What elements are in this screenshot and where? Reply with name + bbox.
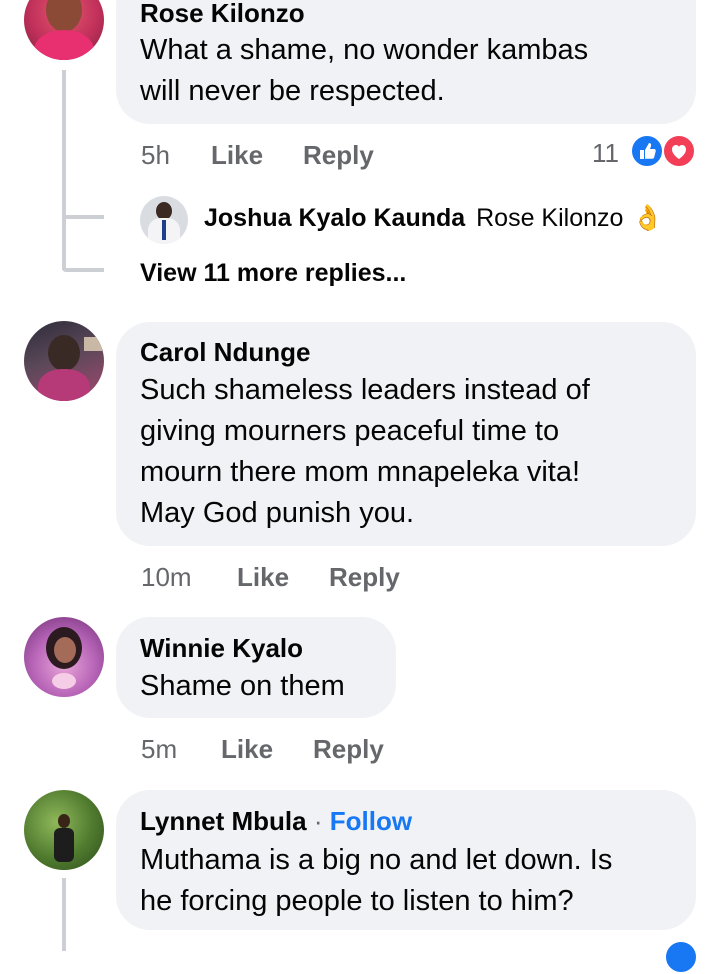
avatar-carol[interactable] [24,321,104,401]
comment-text-line: mourn there mom mnapeleka vita! [140,456,581,488]
like-reaction-icon [664,940,698,974]
avatar-winnie[interactable] [24,617,104,697]
like-button[interactable]: Like [221,734,273,765]
reaction-count: 11 [592,138,619,168]
comment-author[interactable]: Lynnet Mbula [140,806,307,836]
like-button[interactable]: Like [211,140,263,171]
reply-button[interactable]: Reply [303,140,374,171]
view-more-replies[interactable]: View 11 more replies... [140,259,406,288]
follow-button[interactable]: Follow [330,806,412,836]
love-reaction-icon [662,134,696,168]
comment-author[interactable]: Carol Ndunge [140,337,310,368]
ok-hand-emoji: 👌 [632,204,664,232]
comment-author[interactable]: Winnie Kyalo [140,633,303,664]
comment-text: Muthama is a big no and let down. Is he … [140,840,612,922]
avatar-lynnet[interactable] [24,790,104,870]
reply-button[interactable]: Reply [329,562,400,593]
comment-text-line: Such shameless leaders instead of [140,374,590,406]
reply-author[interactable]: Joshua Kyalo Kaunda [204,204,465,232]
comment-text-line: May God punish you. [140,497,415,529]
thread-line [62,70,66,270]
comment-time: 10m [141,562,192,592]
comment-time: 5h [141,140,170,170]
comment-text-line: giving mourners peaceful time to [140,415,560,447]
like-button[interactable]: Like [237,562,289,593]
avatar-joshua[interactable] [140,196,188,244]
comment-author[interactable]: Rose Kilonzo [140,0,305,29]
thread-branch [62,268,104,272]
avatar-rose[interactable] [24,0,104,60]
separator-dot: · [313,806,323,836]
thread-line [62,878,66,951]
comment-text-line: will never be respected. [140,75,445,107]
comment-time: 5m [141,734,178,764]
comment-author-row: Lynnet Mbula · Follow [140,806,412,837]
comment-text: Shame on them [140,666,345,707]
comment-text-line: Muthama is a big no and let down. Is [140,844,613,876]
reply-mention[interactable]: Rose Kilonzo [476,204,623,232]
comment-text: Such shameless leaders instead of giving… [140,370,590,534]
comment-text-line: Shame on them [140,670,345,702]
thread-branch [62,215,104,219]
reply-button[interactable]: Reply [313,734,384,765]
comment-text-line: What a shame, no wonder kambas [140,34,589,66]
reply-preview[interactable]: Joshua Kyalo Kaunda Rose Kilonzo 👌 [204,204,664,233]
comment-text-line: he forcing people to listen to him? [140,885,574,917]
like-reaction-icon [630,134,664,168]
comment-text: What a shame, no wonder kambas will neve… [140,30,588,112]
